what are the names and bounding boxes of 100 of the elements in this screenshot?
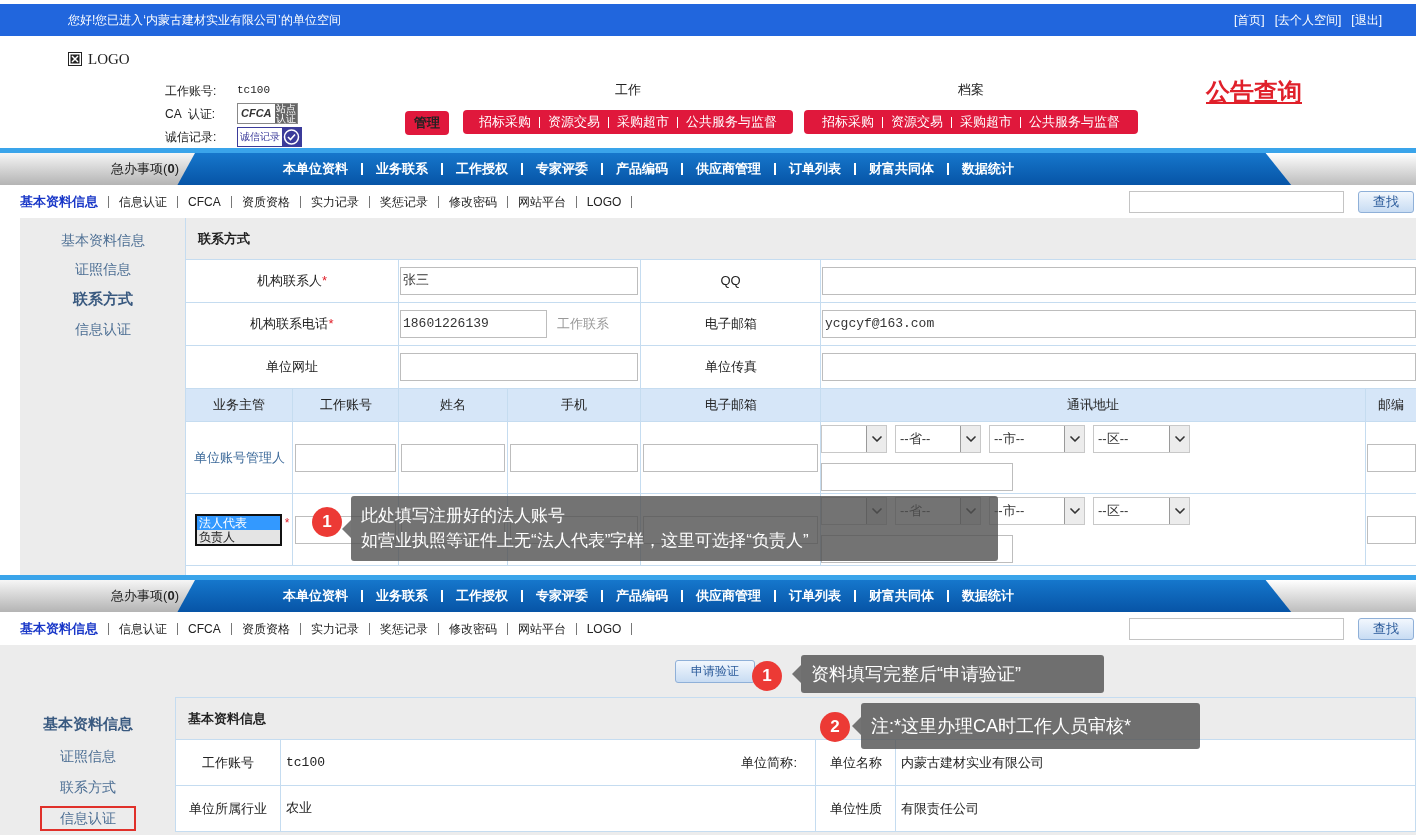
nav-item[interactable]: 产品编码 bbox=[616, 159, 668, 179]
group-link[interactable]: 资源交易 bbox=[891, 112, 943, 132]
greeting-text: 您好!您已进入‘内蒙古建材实业有限公司’的单位空间 bbox=[68, 12, 341, 29]
field-label: 机构联系电话 bbox=[250, 315, 329, 334]
subnav-tab[interactable]: 网站平台 bbox=[517, 619, 566, 638]
select-field[interactable]: --省-- bbox=[895, 424, 981, 453]
input-field[interactable] bbox=[821, 462, 1013, 491]
field-value: 有限责任公司 bbox=[901, 799, 979, 818]
subnav-tab[interactable]: 奖惩记录 bbox=[379, 619, 428, 638]
subnav-tab[interactable]: 修改密码 bbox=[448, 619, 497, 638]
search-field[interactable] bbox=[1129, 617, 1344, 640]
subnav-tab[interactable]: 奖惩记录 bbox=[379, 192, 428, 211]
input-field[interactable]: ycgcyf@163.com bbox=[822, 310, 1416, 338]
group-link[interactable]: 采购超市 bbox=[617, 112, 669, 132]
search-button[interactable]: 查找 bbox=[1358, 190, 1414, 213]
subnav-tab[interactable]: CFCA bbox=[188, 619, 221, 638]
input-field[interactable]: 18601226139 bbox=[400, 310, 547, 338]
subnav-tab[interactable]: 基本资料信息 bbox=[20, 618, 98, 639]
column-header: 工作账号 bbox=[293, 389, 399, 422]
account-value: tc100 bbox=[237, 83, 270, 99]
step-badge: 1 bbox=[312, 507, 342, 537]
sidebar-item[interactable]: 证照信息 bbox=[39, 743, 136, 769]
input-field[interactable] bbox=[401, 443, 505, 472]
sidebar-item[interactable]: 联系方式 bbox=[72, 288, 133, 311]
listbox-option[interactable]: 法人代表 bbox=[196, 515, 280, 530]
sidebar-item[interactable]: 基本资料信息 bbox=[22, 711, 153, 738]
select-field[interactable] bbox=[821, 424, 887, 453]
nav-item[interactable]: 订单列表 bbox=[789, 586, 841, 606]
group-link[interactable]: 招标采购 bbox=[822, 112, 874, 132]
field-label: 单位简称: bbox=[741, 753, 797, 772]
subnav-tab[interactable]: 网站平台 bbox=[517, 192, 566, 211]
apply-verification-button[interactable]: 申请验证 bbox=[675, 659, 755, 683]
nav-item[interactable]: 供应商管理 bbox=[696, 159, 761, 179]
chevron-down-icon bbox=[960, 425, 980, 452]
sidebar-item[interactable]: 证照信息 bbox=[74, 259, 131, 280]
subnav-tab[interactable]: 实力记录 bbox=[310, 619, 359, 638]
nav-item[interactable]: 订单列表 bbox=[789, 159, 841, 179]
group-link[interactable]: 公共服务与监督 bbox=[686, 112, 777, 132]
field-label: 单位所属行业 bbox=[189, 799, 267, 818]
field-label: 机构联系人 bbox=[256, 272, 322, 291]
input-field[interactable] bbox=[643, 443, 818, 472]
nav-item[interactable]: 业务联系 bbox=[376, 586, 428, 606]
account-label: 工作账号: bbox=[165, 82, 218, 100]
urgent-items-tab[interactable]: 急办事项(0) bbox=[0, 153, 195, 185]
input-field[interactable] bbox=[822, 353, 1416, 381]
nav-item[interactable]: 专家评委 bbox=[536, 586, 588, 606]
nav-item[interactable]: 专家评委 bbox=[536, 159, 588, 179]
input-field[interactable] bbox=[510, 443, 638, 472]
subnav-tab[interactable]: 实力记录 bbox=[310, 192, 359, 211]
header-link[interactable]: [去个人空间] bbox=[1274, 11, 1342, 29]
input-field[interactable] bbox=[1367, 515, 1416, 544]
nav-item[interactable]: 业务联系 bbox=[376, 159, 428, 179]
header-link[interactable]: [退出] bbox=[1351, 11, 1382, 29]
input-field[interactable] bbox=[1367, 443, 1416, 472]
sidebar-item[interactable]: 信息认证 bbox=[39, 805, 136, 831]
field-label: 工作账号 bbox=[202, 753, 254, 772]
subnav-tab[interactable]: 修改密码 bbox=[448, 192, 497, 211]
search-button[interactable]: 查找 bbox=[1358, 617, 1414, 640]
group-link[interactable]: 招标采购 bbox=[479, 112, 531, 132]
sidebar-item[interactable]: 联系方式 bbox=[39, 774, 136, 800]
input-field[interactable]: 张三 bbox=[400, 267, 638, 295]
nav-item[interactable]: 本单位资料 bbox=[283, 159, 348, 179]
subnav-tab[interactable]: 资质资格 bbox=[241, 192, 290, 211]
nav-item[interactable]: 工作授权 bbox=[456, 159, 508, 179]
subnav-tab[interactable]: LOGO bbox=[586, 192, 622, 211]
group-link[interactable]: 资源交易 bbox=[548, 112, 600, 132]
nav-item[interactable]: 财富共同体 bbox=[869, 159, 934, 179]
nav-item[interactable]: 本单位资料 bbox=[283, 586, 348, 606]
subnav-tab[interactable]: 资质资格 bbox=[241, 619, 290, 638]
group-link[interactable]: 采购超市 bbox=[960, 112, 1012, 132]
sidebar-item[interactable]: 基本资料信息 bbox=[60, 230, 145, 251]
role-label: 单位账号管理人 bbox=[193, 448, 285, 467]
subnav-tab[interactable]: CFCA bbox=[188, 192, 221, 211]
header-link[interactable]: [首页] bbox=[1234, 11, 1265, 29]
listbox-option[interactable]: 负责人 bbox=[196, 529, 280, 544]
subnav-tab[interactable]: LOGO bbox=[586, 619, 622, 638]
field-label: 单位网址 bbox=[266, 358, 318, 377]
urgent-items-tab[interactable]: 急办事项(0) bbox=[0, 580, 195, 612]
select-field[interactable]: --区-- bbox=[1093, 424, 1190, 453]
group-link[interactable]: 公共服务与监督 bbox=[1029, 112, 1120, 132]
subnav-tab[interactable]: 信息认证 bbox=[119, 192, 167, 211]
nav-item[interactable]: 供应商管理 bbox=[696, 586, 761, 606]
sidebar-item[interactable]: 信息认证 bbox=[74, 318, 131, 340]
role-listbox[interactable]: 法人代表 负责人 bbox=[194, 513, 282, 546]
select-field[interactable]: --市-- bbox=[989, 424, 1085, 453]
nav-item[interactable]: 产品编码 bbox=[616, 586, 668, 606]
column-header: 通讯地址 bbox=[821, 389, 1366, 422]
subnav-tab[interactable]: 基本资料信息 bbox=[20, 191, 98, 212]
input-field[interactable] bbox=[400, 353, 638, 381]
input-field[interactable] bbox=[822, 267, 1416, 295]
search-field[interactable] bbox=[1129, 190, 1344, 213]
subnav-tab[interactable]: 信息认证 bbox=[119, 619, 167, 638]
manage-button[interactable]: 管理 bbox=[405, 110, 449, 135]
nav-item[interactable]: 数据统计 bbox=[962, 159, 1014, 179]
nav-item[interactable]: 财富共同体 bbox=[869, 586, 934, 606]
select-field[interactable]: --区-- bbox=[1093, 496, 1190, 525]
notice-search-link[interactable]: 公告查询 bbox=[1206, 79, 1302, 105]
nav-item[interactable]: 数据统计 bbox=[962, 586, 1014, 606]
input-field[interactable] bbox=[295, 443, 396, 472]
nav-item[interactable]: 工作授权 bbox=[456, 586, 508, 606]
